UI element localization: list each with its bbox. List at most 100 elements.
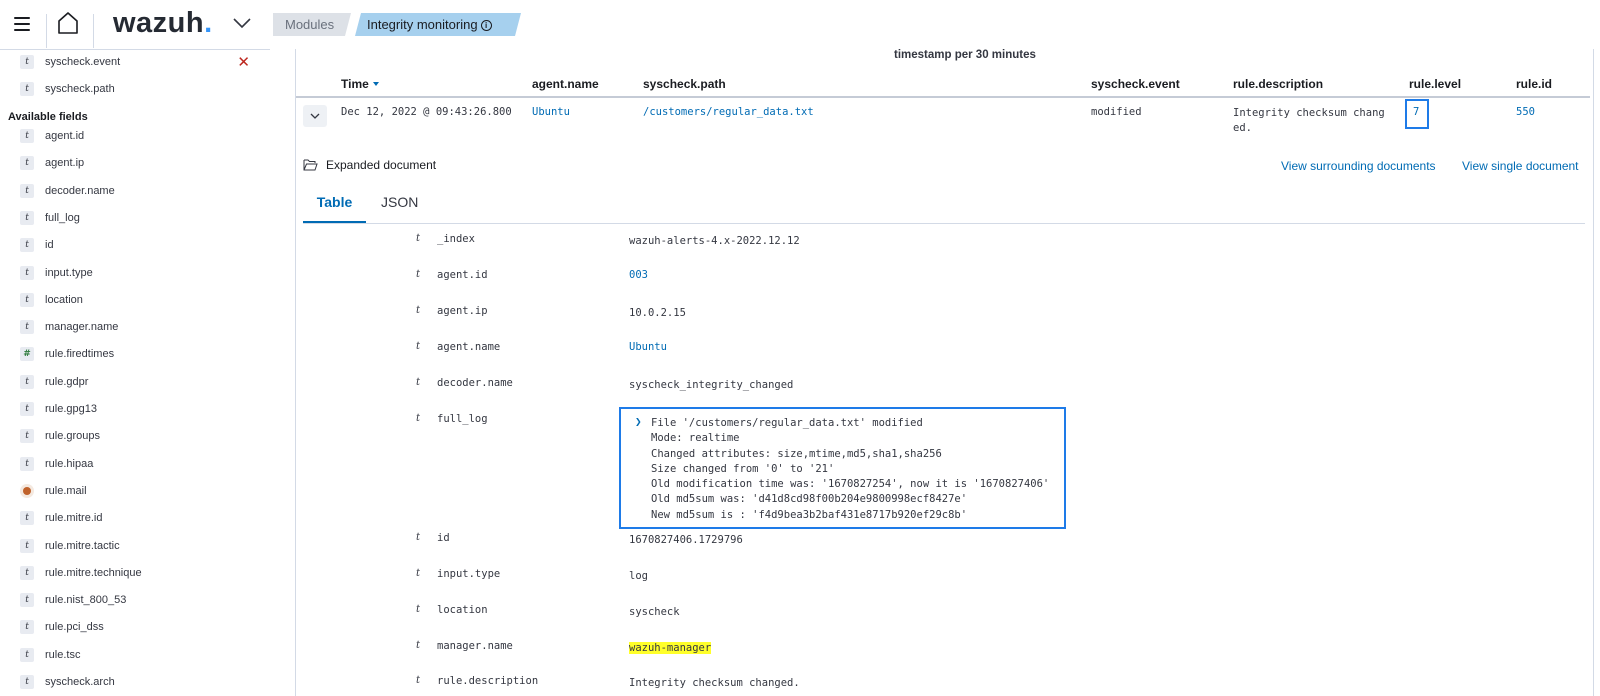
string-type-icon: t: [20, 620, 34, 635]
field-item-rule-tsc[interactable]: t rule.tsc: [20, 645, 250, 665]
field-value[interactable]: 003: [629, 269, 648, 281]
field-name: agent.ip: [45, 157, 85, 170]
field-item-rule-pci-dss[interactable]: t rule.pci_dss: [20, 617, 250, 637]
field-key: _index: [437, 233, 475, 245]
menu-icon[interactable]: [14, 17, 30, 31]
field-key: location: [437, 604, 488, 616]
expanded-document-header: Expanded document: [303, 158, 436, 172]
string-type-icon: t: [20, 538, 34, 553]
field-item-manager-name[interactable]: t manager.name: [20, 317, 250, 337]
tab-json[interactable]: JSON: [381, 186, 418, 223]
field-item-id[interactable]: t id: [20, 235, 250, 255]
field-item-rule-gdpr[interactable]: t rule.gdpr: [20, 372, 250, 392]
home-icon[interactable]: [57, 11, 79, 35]
field-value: wazuh-alerts-4.x-2022.12.12: [629, 235, 800, 247]
field-item-syscheck-arch[interactable]: t syscheck.arch: [20, 672, 250, 692]
string-type-icon: t: [416, 640, 421, 651]
string-type-icon: t: [416, 413, 421, 424]
row-collapse-button[interactable]: [303, 105, 327, 127]
string-type-icon: t: [20, 429, 34, 444]
view-single-document-link[interactable]: View single document: [1462, 159, 1579, 173]
column-header-time[interactable]: Time: [341, 77, 379, 91]
field-item-rule-groups[interactable]: t rule.groups: [20, 426, 250, 446]
expanded-document-title: Expanded document: [326, 158, 437, 172]
log-line: Mode: realtime: [651, 432, 740, 445]
field-name: rule.nist_800_53: [45, 594, 127, 607]
row-rule-level[interactable]: 7: [1413, 106, 1419, 118]
divider: [93, 14, 94, 48]
log-line: Old md5sum was: 'd41d8cd98f00b204e980099…: [651, 493, 968, 506]
field-value: Integrity checksum changed.: [629, 677, 800, 689]
field-item-rule-mitre-id[interactable]: t rule.mitre.id: [20, 508, 250, 528]
discover-panel: timestamp per 30 minutes Time agent.name…: [296, 49, 1600, 696]
available-fields-heading: Available fields: [8, 111, 88, 123]
string-type-icon: t: [20, 183, 34, 198]
row-agent-name[interactable]: Ubuntu: [532, 106, 570, 118]
field-name: rule.mitre.id: [45, 512, 103, 525]
header-divider: [296, 96, 1590, 98]
column-header-rule-description[interactable]: rule.description: [1233, 77, 1323, 91]
row-rule-id[interactable]: 550: [1516, 106, 1535, 118]
field-item-rule-gpg13[interactable]: t rule.gpg13: [20, 399, 250, 419]
field-value[interactable]: Ubuntu: [629, 341, 667, 353]
field-key: decoder.name: [437, 377, 513, 389]
field-name: manager.name: [45, 321, 119, 334]
column-header-agent-name[interactable]: agent.name: [532, 77, 599, 91]
field-name: id: [45, 239, 54, 252]
field-value: wazuh-manager: [629, 642, 712, 654]
scrollbar-track[interactable]: [1593, 49, 1594, 696]
field-name: rule.gdpr: [45, 375, 89, 388]
field-item-rule-mail[interactable]: rule.mail: [20, 481, 250, 501]
folder-open-icon: [303, 159, 318, 171]
sort-descending-icon[interactable]: [372, 82, 379, 86]
full-log-value[interactable]: ❯ File '/customers/regular_data.txt' mod…: [619, 407, 1066, 529]
field-item-syscheck-event[interactable]: t syscheck.event ✕: [20, 52, 250, 72]
chevron-down-icon[interactable]: [233, 17, 251, 29]
column-header-syscheck-event[interactable]: syscheck.event: [1091, 77, 1180, 91]
field-item-input-type[interactable]: t input.type: [20, 263, 250, 283]
field-key: id: [437, 532, 450, 544]
field-item-rule-mitre-technique[interactable]: t rule.mitre.technique: [20, 563, 250, 583]
field-item-agent-ip[interactable]: t agent.ip: [20, 153, 250, 173]
breadcrumb-label: Integrity monitoring: [367, 17, 478, 32]
field-item-full-log[interactable]: t full_log: [20, 208, 250, 228]
top-nav-bar: wazuh. Modules Integrity monitoring i: [0, 0, 1600, 49]
field-value: syscheck_integrity_changed: [629, 379, 794, 391]
view-surrounding-documents-link[interactable]: View surrounding documents: [1281, 159, 1436, 173]
field-key: agent.name: [437, 341, 501, 353]
column-header-rule-level[interactable]: rule.level: [1409, 77, 1461, 91]
wazuh-logo[interactable]: wazuh.: [113, 7, 213, 40]
field-item-rule-firedtimes[interactable]: # rule.firedtimes: [20, 344, 250, 364]
field-name: full_log: [45, 211, 80, 224]
string-type-icon: t: [20, 156, 34, 171]
field-name: rule.hipaa: [45, 457, 94, 470]
field-value: 10.0.2.15: [629, 307, 686, 319]
row-syscheck-path[interactable]: /customers/regular_data.txt: [643, 106, 814, 118]
field-item-rule-nist-800-53[interactable]: t rule.nist_800_53: [20, 590, 250, 610]
field-key: input.type: [437, 568, 501, 580]
field-sidebar: t syscheck.event ✕ t syscheck.path Available…: [0, 49, 296, 696]
close-icon[interactable]: ✕: [237, 53, 250, 71]
field-item-agent-id[interactable]: t agent.id: [20, 126, 250, 146]
field-item-decoder-name[interactable]: t decoder.name: [20, 181, 250, 201]
column-header-syscheck-path[interactable]: syscheck.path: [643, 77, 726, 91]
breadcrumb-modules[interactable]: Modules: [273, 13, 351, 36]
string-type-icon: t: [416, 604, 421, 615]
divider: [0, 49, 270, 50]
field-value: log: [629, 570, 648, 582]
info-icon[interactable]: i: [481, 20, 492, 31]
field-item-rule-hipaa[interactable]: t rule.hipaa: [20, 454, 250, 474]
field-item-rule-mitre-tactic[interactable]: t rule.mitre.tactic: [20, 536, 250, 556]
field-name: rule.mitre.tactic: [45, 539, 120, 552]
field-key: rule.description: [437, 675, 539, 687]
breadcrumb-integrity-monitoring[interactable]: Integrity monitoring i: [355, 13, 521, 36]
field-item-location[interactable]: t location: [20, 290, 250, 310]
string-type-icon: t: [20, 402, 34, 416]
tab-table[interactable]: Table: [303, 186, 366, 223]
row-syscheck-event: modified: [1091, 106, 1142, 118]
field-item-syscheck-path[interactable]: t syscheck.path: [20, 79, 250, 99]
expand-arrow-icon[interactable]: ❯: [635, 415, 642, 428]
full-log-lines: File '/customers/regular_data.txt' modif…: [637, 416, 1064, 523]
field-name: rule.gpg13: [45, 403, 97, 415]
column-header-rule-id[interactable]: rule.id: [1516, 77, 1552, 91]
